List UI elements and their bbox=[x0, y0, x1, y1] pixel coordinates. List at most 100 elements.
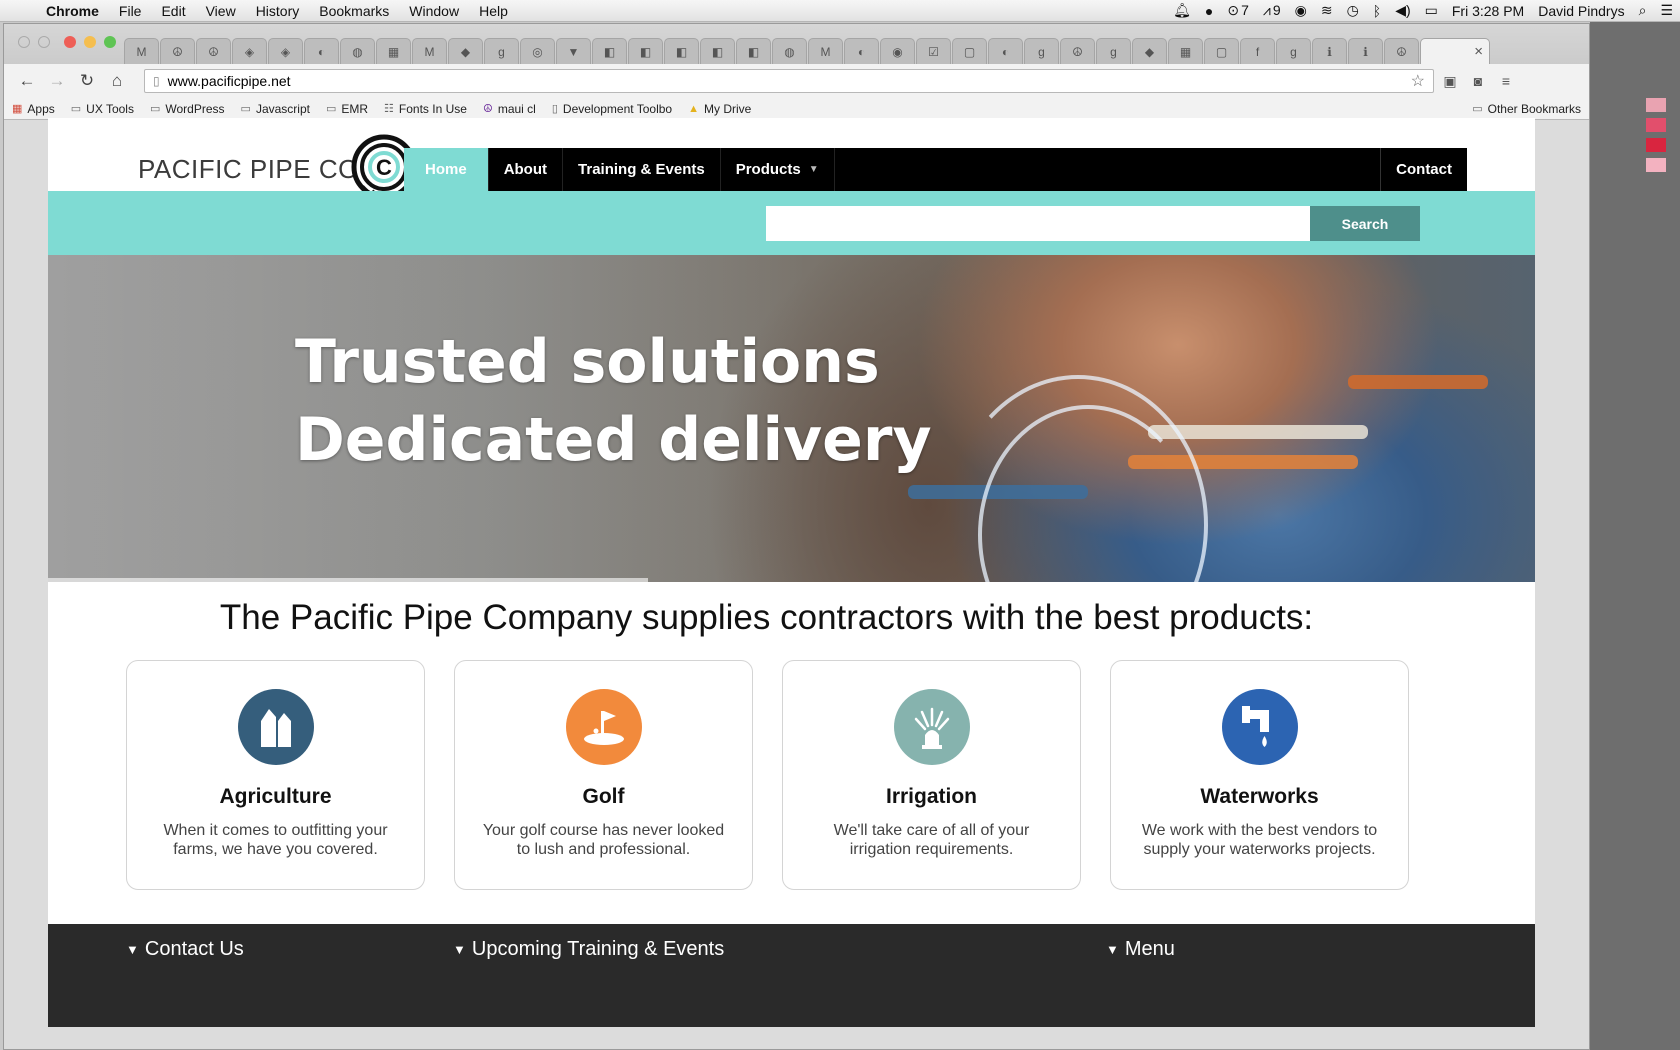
camera-extension-icon[interactable]: ◙ bbox=[1466, 73, 1490, 89]
footer-menu-toggle[interactable]: ▼ Menu bbox=[1106, 938, 1175, 961]
browser-tab[interactable]: ◉ bbox=[880, 38, 915, 64]
forward-arrow-icon[interactable]: → bbox=[44, 71, 70, 91]
footer-events-toggle[interactable]: ▼ Upcoming Training & Events bbox=[453, 938, 724, 961]
bookmark-javascript[interactable]: ▭ Javascript bbox=[241, 102, 310, 116]
time-machine-icon[interactable]: ◷ bbox=[1340, 2, 1366, 19]
nav-products[interactable]: Products ▼ bbox=[721, 148, 835, 191]
menu-bookmarks[interactable]: Bookmarks bbox=[309, 3, 399, 19]
nav-contact[interactable]: Contact bbox=[1380, 148, 1467, 191]
active-tab[interactable]: × bbox=[1420, 38, 1490, 64]
menu-app-name[interactable]: Chrome bbox=[36, 3, 109, 19]
browser-tab[interactable]: ℹ bbox=[1348, 38, 1383, 64]
tab-close-icon[interactable]: × bbox=[1474, 43, 1483, 60]
logo-wordmark[interactable]: PACIFIC PIPE CO. bbox=[138, 154, 367, 185]
browser-tab[interactable]: M bbox=[124, 38, 159, 64]
back-arrow-icon[interactable]: ← bbox=[14, 71, 40, 91]
spotlight-search-icon[interactable]: ⌕ bbox=[1632, 2, 1654, 19]
card-golf[interactable]: Golf Your golf course has never looked t… bbox=[454, 660, 753, 890]
search-button[interactable]: Search bbox=[1310, 206, 1420, 241]
menu-window[interactable]: Window bbox=[399, 3, 469, 19]
search-input[interactable] bbox=[766, 206, 1310, 241]
badge-icon-a[interactable]: ⊙ 7 bbox=[1220, 2, 1256, 19]
browser-tab[interactable]: ◆ bbox=[448, 38, 483, 64]
chrome-menu-icon[interactable]: ≡ bbox=[1494, 73, 1518, 89]
menu-view[interactable]: View bbox=[196, 3, 246, 19]
extension-icon[interactable]: ▣ bbox=[1438, 73, 1462, 90]
user-name[interactable]: David Pindrys bbox=[1531, 3, 1631, 19]
browser-tab[interactable]: ◧ bbox=[592, 38, 627, 64]
card-waterworks[interactable]: Waterworks We work with the best vendors… bbox=[1110, 660, 1409, 890]
browser-tab[interactable]: M bbox=[808, 38, 843, 64]
nav-home[interactable]: Home bbox=[404, 148, 489, 191]
url-text[interactable]: www.pacificpipe.net bbox=[168, 73, 291, 89]
browser-tab[interactable]: ◆ bbox=[1132, 38, 1167, 64]
volume-icon[interactable]: ◀︎) bbox=[1388, 2, 1417, 19]
bookmark-other[interactable]: ▭ Other Bookmarks bbox=[1472, 102, 1581, 116]
bookmark-my-drive[interactable]: ▲ My Drive bbox=[688, 102, 751, 116]
browser-tab[interactable]: ◈ bbox=[268, 38, 303, 64]
chevron-down-icon: ▼ bbox=[1106, 942, 1119, 957]
browser-tab[interactable]: ◐ bbox=[844, 38, 879, 64]
browser-tab[interactable]: ▼ bbox=[556, 38, 591, 64]
minimize-window-button[interactable] bbox=[84, 36, 96, 48]
browser-tab[interactable]: M bbox=[412, 38, 447, 64]
menu-help[interactable]: Help bbox=[469, 3, 518, 19]
bookmark-ux-tools[interactable]: ▭ UX Tools bbox=[71, 102, 134, 116]
browser-tab[interactable]: ◧ bbox=[736, 38, 771, 64]
browser-tab[interactable]: ▢ bbox=[952, 38, 987, 64]
menu-edit[interactable]: Edit bbox=[151, 3, 195, 19]
bluetooth-icon[interactable]: ᛒ bbox=[1366, 3, 1388, 19]
menu-history[interactable]: History bbox=[246, 3, 310, 19]
browser-tab[interactable]: g bbox=[1024, 38, 1059, 64]
browser-tab[interactable]: ◐ bbox=[304, 38, 339, 64]
bookmark-apps[interactable]: ▦ Apps bbox=[12, 102, 55, 116]
zoom-window-button[interactable] bbox=[104, 36, 116, 48]
bookmark-star-icon[interactable]: ☆ bbox=[1411, 71, 1425, 91]
silo-icon bbox=[237, 689, 314, 765]
battery-icon[interactable]: ▭ bbox=[1418, 2, 1445, 19]
bookmark-emr[interactable]: ▭ EMR bbox=[326, 102, 368, 116]
browser-tab[interactable]: ◎ bbox=[520, 38, 555, 64]
card-agriculture[interactable]: Agriculture When it comes to outfitting … bbox=[126, 660, 425, 890]
browser-tab[interactable]: ☮ bbox=[1384, 38, 1419, 64]
close-window-button[interactable] bbox=[64, 36, 76, 48]
footer-contact-toggle[interactable]: ▼ Contact Us bbox=[126, 938, 244, 961]
nav-training-events[interactable]: Training & Events bbox=[563, 148, 721, 191]
home-icon[interactable]: ⌂ bbox=[104, 71, 130, 91]
notification-icon[interactable]: 🔔︎ bbox=[1166, 2, 1198, 19]
nav-about[interactable]: About bbox=[489, 148, 564, 191]
browser-tab[interactable]: ▦ bbox=[1168, 38, 1203, 64]
browser-tab[interactable]: ☮ bbox=[160, 38, 195, 64]
evernote-icon[interactable]: ● bbox=[1198, 3, 1220, 19]
card-irrigation[interactable]: Irrigation We'll take care of all of you… bbox=[782, 660, 1081, 890]
browser-tab[interactable]: ☮ bbox=[196, 38, 231, 64]
browser-tab[interactable]: ▦ bbox=[376, 38, 411, 64]
bookmark-wordpress[interactable]: ▭ WordPress bbox=[150, 102, 225, 116]
clock-text[interactable]: Fri 3:28 PM bbox=[1445, 3, 1531, 19]
menu-file[interactable]: File bbox=[109, 3, 152, 19]
bookmark-dev-toolbox[interactable]: ▯ Development Toolbo bbox=[552, 102, 672, 116]
browser-tab[interactable]: g bbox=[1096, 38, 1131, 64]
badge-icon-b[interactable]: ⩘ 9 bbox=[1256, 2, 1288, 19]
browser-tab[interactable]: ◍ bbox=[340, 38, 375, 64]
browser-tab[interactable]: ◈ bbox=[232, 38, 267, 64]
browser-tab[interactable]: ☑ bbox=[916, 38, 951, 64]
address-bar[interactable]: ▯ www.pacificpipe.net ☆ bbox=[144, 69, 1434, 93]
browser-tab[interactable]: ℹ bbox=[1312, 38, 1347, 64]
reload-icon[interactable]: ↻ bbox=[74, 71, 100, 91]
notification-center-icon[interactable]: ☰ bbox=[1653, 2, 1680, 19]
eye-icon[interactable]: ◉ bbox=[1288, 2, 1314, 19]
wifi-icon[interactable]: ≋ bbox=[1314, 2, 1340, 19]
bookmark-maui[interactable]: ☮ maui cl bbox=[483, 102, 536, 116]
browser-tab[interactable]: ◧ bbox=[664, 38, 699, 64]
browser-tab[interactable]: ◧ bbox=[700, 38, 735, 64]
browser-tab[interactable]: f bbox=[1240, 38, 1275, 64]
browser-tab[interactable]: g bbox=[1276, 38, 1311, 64]
browser-tab[interactable]: ◧ bbox=[628, 38, 663, 64]
bookmark-fonts-in-use[interactable]: ☷ Fonts In Use bbox=[384, 102, 467, 116]
browser-tab[interactable]: ☮ bbox=[1060, 38, 1095, 64]
browser-tab[interactable]: g bbox=[484, 38, 519, 64]
browser-tab[interactable]: ◐ bbox=[988, 38, 1023, 64]
browser-tab[interactable]: ◍ bbox=[772, 38, 807, 64]
browser-tab[interactable]: ▢ bbox=[1204, 38, 1239, 64]
